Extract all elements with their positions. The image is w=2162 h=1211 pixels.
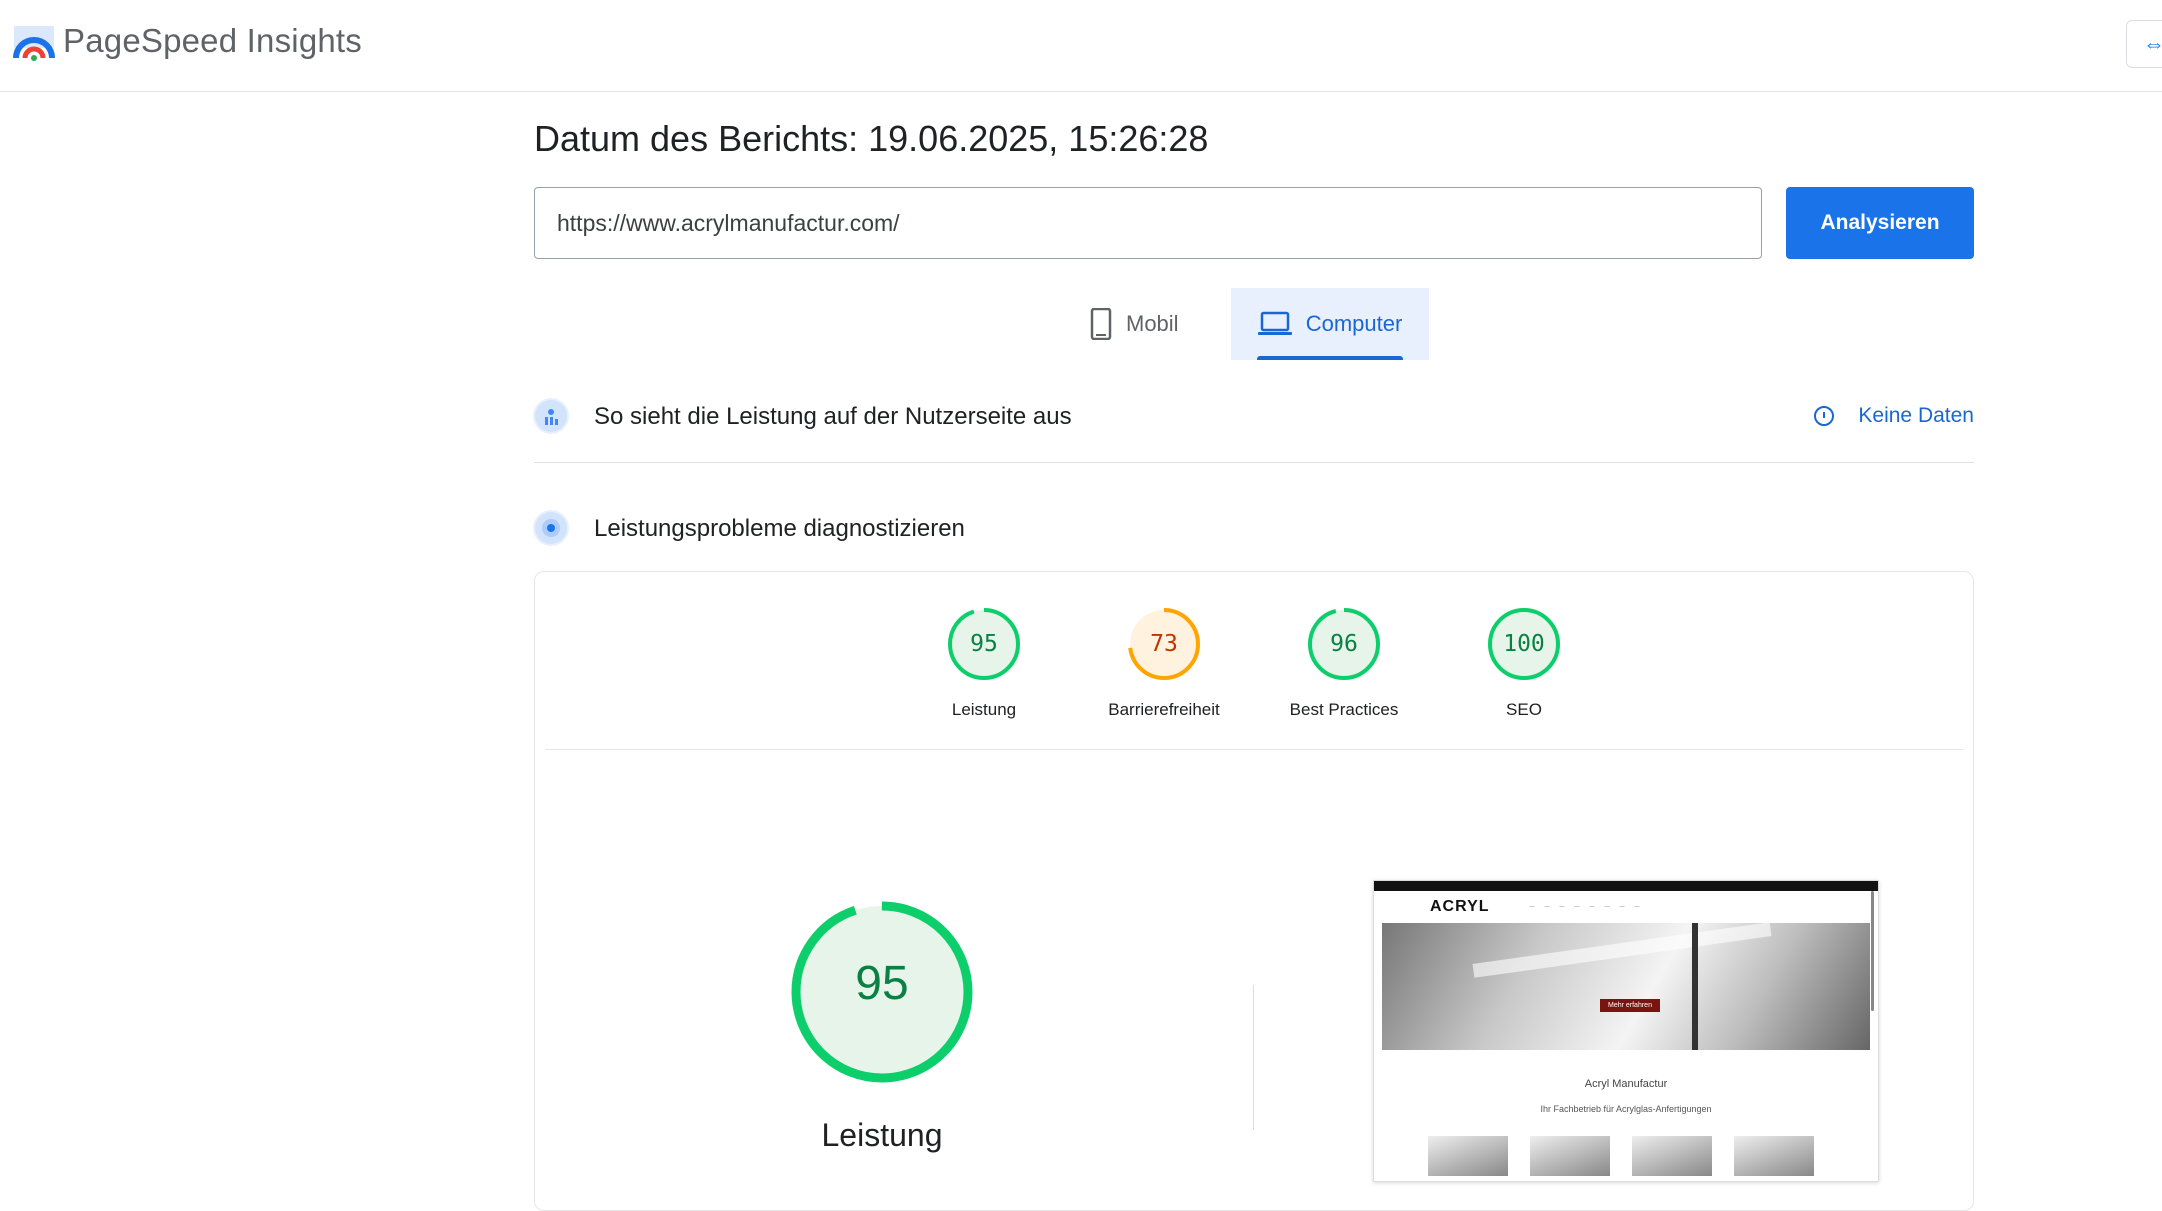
score-value: 73 bbox=[1150, 631, 1178, 657]
tab-desktop-label: Computer bbox=[1305, 311, 1403, 336]
copy-link-button[interactable]: ⇔ bbox=[2126, 20, 2162, 68]
thumb-menu: — — — — — — — — bbox=[1529, 904, 1640, 910]
score-value: 100 bbox=[1503, 631, 1545, 657]
brand-title[interactable]: PageSpeed Insights bbox=[63, 22, 362, 60]
field-data-icon bbox=[533, 398, 569, 434]
thumb-logo: ACRYL bbox=[1430, 898, 1490, 915]
card-divider bbox=[545, 749, 1963, 750]
performance-score-value: 95 bbox=[855, 957, 909, 1010]
laptop-icon bbox=[1257, 311, 1292, 335]
score-gauge-seo[interactable]: 100 bbox=[1486, 606, 1562, 682]
smartphone-icon bbox=[1090, 308, 1112, 340]
tab-mobile[interactable]: Mobil bbox=[1090, 288, 1230, 360]
score-gauge-best-practices[interactable]: 96 bbox=[1306, 606, 1382, 682]
analyze-button[interactable]: Analysieren bbox=[1786, 187, 1974, 259]
thumb-hero-image: Mehr erfahren bbox=[1382, 922, 1870, 1050]
pagespeed-logo-icon[interactable] bbox=[12, 24, 56, 64]
tab-selected-indicator bbox=[1257, 356, 1403, 360]
link-icon: ⇔ bbox=[2143, 31, 2162, 56]
vertical-divider bbox=[1253, 985, 1254, 1130]
diagnose-title: Leistungsprobleme diagnostizieren bbox=[594, 515, 965, 542]
thumb-scrollbar bbox=[1871, 891, 1874, 1011]
page-screenshot-thumbnail[interactable]: ACRYL — — — — — — — — Mehr erfahren Acryl Manuf… bbox=[1373, 880, 1879, 1182]
section-divider bbox=[534, 462, 1974, 463]
report-date: Datum des Berichts: 19.06.2025, 15:26:28 bbox=[534, 118, 1209, 159]
thumb-hero-button: Mehr erfahren bbox=[1600, 999, 1660, 1012]
info-icon bbox=[1814, 406, 1835, 426]
thumb-subtitle: Ihr Fachbetrieb für Acrylglas-Anfertigun… bbox=[1540, 1104, 1712, 1114]
score-value: 96 bbox=[1330, 631, 1358, 657]
url-input[interactable] bbox=[534, 187, 1762, 259]
thumb-nav: ACRYL — — — — — — — — bbox=[1374, 891, 1878, 923]
score-gauge-performance[interactable]: 95 bbox=[946, 606, 1022, 682]
performance-score-label: Leistung bbox=[821, 1117, 943, 1153]
score-gauge-accessibility[interactable]: 73 bbox=[1126, 606, 1202, 682]
diagnose-icon bbox=[533, 510, 569, 546]
score-label: SEO bbox=[1506, 700, 1542, 719]
thumb-topbar bbox=[1374, 881, 1878, 891]
thumb-title: Acryl Manufactur bbox=[1584, 1078, 1668, 1090]
thumb-product-images bbox=[1428, 1136, 1878, 1176]
score-value: 95 bbox=[970, 631, 998, 657]
tab-desktop[interactable]: Computer bbox=[1231, 288, 1429, 360]
field-data-title: So sieht die Leistung auf der Nutzerseit… bbox=[594, 403, 1072, 430]
no-data-label: Keine Daten bbox=[1858, 404, 1974, 427]
score-label: Barrierefreiheit bbox=[1108, 700, 1220, 719]
score-label: Best Practices bbox=[1289, 700, 1399, 719]
no-data-link[interactable]: Keine Daten bbox=[1814, 404, 1974, 428]
top-bar: PageSpeed Insights ⇔ bbox=[0, 0, 2162, 92]
tab-mobile-label: Mobil bbox=[1126, 311, 1179, 336]
score-label: Leistung bbox=[951, 700, 1017, 719]
